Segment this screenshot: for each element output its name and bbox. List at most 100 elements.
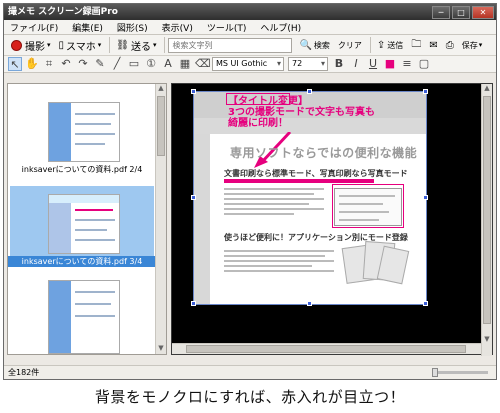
- resize-handle[interactable]: [191, 301, 196, 306]
- scroll-up-icon[interactable]: ▲: [156, 84, 166, 94]
- font-name-select[interactable]: MS UI Gothic: [212, 57, 284, 71]
- printer-icon: ⎙: [445, 39, 454, 51]
- resize-handle[interactable]: [191, 89, 196, 94]
- clear-label: クリア: [337, 40, 362, 50]
- zoom-slider[interactable]: [432, 368, 488, 377]
- select-arrow-icon[interactable]: ↖: [8, 57, 22, 71]
- mosaic-icon[interactable]: ▦: [178, 57, 192, 71]
- capture-button[interactable]: 撮影 ▾: [8, 36, 54, 54]
- rectangle-icon[interactable]: ▭: [127, 57, 141, 71]
- clear-button[interactable]: クリア: [335, 36, 365, 54]
- chevron-down-icon: ▾: [152, 41, 157, 49]
- menu-shape[interactable]: 図形(S): [117, 21, 148, 34]
- redo-icon[interactable]: ↷: [76, 57, 90, 71]
- text-icon[interactable]: A: [161, 57, 175, 71]
- transmit-button[interactable]: ⇪ 送信: [374, 36, 406, 54]
- search-label: 検索: [313, 40, 330, 50]
- resize-handle[interactable]: [191, 195, 196, 200]
- record-icon: [11, 39, 22, 51]
- hand-icon[interactable]: ✋: [25, 57, 39, 71]
- italic-button[interactable]: I: [349, 57, 363, 71]
- smartphone-button[interactable]: ▯ スマホ ▾: [56, 36, 105, 54]
- document-heading: 専用ソフトならではの便利な機能: [230, 146, 418, 160]
- line-icon[interactable]: ╱: [110, 57, 124, 71]
- minimize-button[interactable]: ─: [432, 5, 450, 19]
- menu-view[interactable]: 表示(V): [162, 21, 193, 34]
- font-size-select[interactable]: 72: [288, 57, 328, 71]
- menu-tools[interactable]: ツール(T): [207, 21, 247, 34]
- caption-text: 背景をモノクロにすれば、赤入れが目立つ！: [94, 388, 406, 406]
- search-input[interactable]: [168, 37, 293, 53]
- smartphone-label: スマホ: [66, 41, 96, 53]
- maximize-button[interactable]: □: [452, 5, 470, 19]
- folder-icon: 🗀: [411, 38, 422, 50]
- slider-knob[interactable]: [432, 368, 438, 377]
- save-button[interactable]: 保存 ▾: [459, 36, 486, 54]
- scroll-down-icon[interactable]: ▼: [156, 344, 166, 354]
- search-button[interactable]: 🔍 検索: [296, 36, 332, 54]
- window-title: 撮メモ スクリーン録画Pro: [8, 7, 118, 17]
- scrollbar-thumb[interactable]: [483, 96, 491, 324]
- canvas-pane: 【タイトル変更】 3つの撮影モードで文字も写真も 綺麗に印刷！ 専用ソフトならで…: [171, 83, 493, 356]
- resize-handle[interactable]: [423, 89, 428, 94]
- eraser-icon[interactable]: ⌫: [195, 57, 211, 71]
- transmit-icon: ⇪: [376, 39, 386, 51]
- close-button[interactable]: ✕: [472, 5, 494, 19]
- thumbnail-caption-selected: inksaverについての資料.pdf 3/4: [8, 256, 156, 267]
- document-bullet: 文書印刷なら標準モード、写真印刷なら写真モード: [224, 169, 408, 178]
- color-swatch-icon[interactable]: ■: [383, 57, 397, 71]
- line-width-icon[interactable]: ≡: [400, 57, 414, 71]
- print-button[interactable]: ⎙: [443, 36, 457, 54]
- resize-handle[interactable]: [307, 301, 312, 306]
- highlight-underline[interactable]: [224, 179, 374, 183]
- menu-file[interactable]: ファイル(F): [10, 21, 58, 34]
- annotation-text[interactable]: 【タイトル変更】 3つの撮影モードで文字も写真も 綺麗に印刷！: [228, 96, 375, 129]
- scroll-up-icon[interactable]: ▲: [482, 84, 492, 94]
- mail-icon: ✉: [429, 39, 438, 51]
- border-style-icon[interactable]: ▢: [417, 57, 431, 71]
- chevron-down-icon: ▾: [47, 41, 51, 49]
- pen-icon[interactable]: ✎: [93, 57, 107, 71]
- document-page[interactable]: 【タイトル変更】 3つの撮影モードで文字も写真も 綺麗に印刷！ 専用ソフトならで…: [193, 91, 427, 305]
- resize-handle[interactable]: [423, 195, 428, 200]
- canvas-vertical-scrollbar[interactable]: ▲ ▼: [481, 84, 492, 356]
- toolbar-divider: [109, 37, 111, 53]
- document-body-text: [224, 185, 324, 218]
- toolbar-divider: [369, 37, 371, 53]
- menu-bar: ファイル(F) 編集(E) 図形(S) 表示(V) ツール(T) ヘルプ(H): [4, 20, 496, 35]
- underline-button[interactable]: U: [366, 57, 380, 71]
- main-toolbar: 撮影 ▾ ▯ スマホ ▾ ⛓ 送る ▾ 🔍 検索 クリア ⇪ 送信 🗀 ✉ ⎙: [4, 35, 496, 56]
- scroll-down-icon[interactable]: ▼: [482, 335, 492, 345]
- status-bar: 全182件: [4, 365, 496, 379]
- link-icon: ⛓: [116, 39, 129, 51]
- app-window: 撮メモ スクリーン録画Pro ─ □ ✕ ファイル(F) 編集(E) 図形(S)…: [3, 3, 497, 380]
- undo-icon[interactable]: ↶: [59, 57, 73, 71]
- thumbnail-caption: inksaverについての資料.pdf 2/4: [21, 165, 143, 174]
- mail-button[interactable]: ✉: [426, 36, 440, 54]
- thumbnail-scrollbar[interactable]: ▲ ▼: [155, 84, 166, 354]
- crop-icon[interactable]: ⌗: [42, 57, 56, 71]
- thumbnail-page[interactable]: [48, 280, 120, 354]
- scrollbar-thumb[interactable]: [186, 345, 466, 353]
- document-body-text: [224, 247, 334, 275]
- chevron-down-icon: ▾: [97, 41, 102, 49]
- search-icon: 🔍: [299, 39, 312, 51]
- scrollbar-thumb[interactable]: [157, 96, 165, 156]
- content-area: inksaverについての資料.pdf 2/4 inksaverについての資料.…: [4, 74, 496, 364]
- thumbnail-page[interactable]: [48, 102, 120, 162]
- document-dialog-illustration: [334, 188, 402, 226]
- thumbnail-page[interactable]: [48, 194, 120, 254]
- menu-edit[interactable]: 編集(E): [72, 21, 103, 34]
- thumbnail-list[interactable]: inksaverについての資料.pdf 2/4 inksaverについての資料.…: [8, 84, 156, 354]
- folder-button[interactable]: 🗀: [408, 36, 424, 54]
- capture-label: 撮影: [25, 41, 45, 53]
- number-stamp-icon[interactable]: ①: [144, 57, 158, 71]
- canvas-horizontal-scrollbar[interactable]: [172, 343, 482, 354]
- send-button[interactable]: ⛓ 送る ▾: [113, 36, 159, 54]
- resize-handle[interactable]: [307, 89, 312, 94]
- menu-help[interactable]: ヘルプ(H): [260, 21, 301, 34]
- resize-handle[interactable]: [423, 301, 428, 306]
- item-count: 全182件: [8, 368, 40, 377]
- bold-button[interactable]: B: [332, 57, 346, 71]
- chevron-down-icon: ▾: [478, 41, 483, 49]
